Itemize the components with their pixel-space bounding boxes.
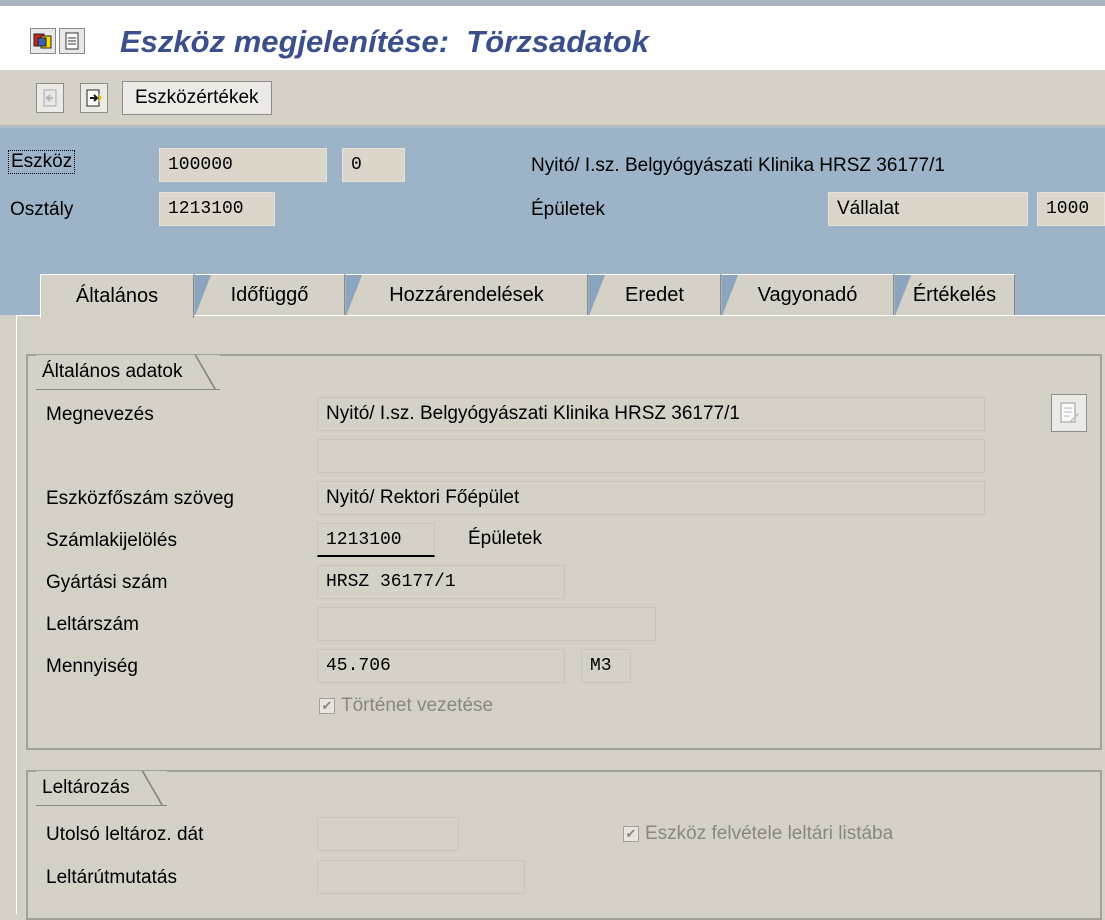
- last-inventory-date-label: Utolsó leltároz. dát: [46, 824, 204, 845]
- title-icons: [30, 28, 85, 54]
- next-button[interactable]: [80, 83, 108, 113]
- name-label: Megnevezés: [46, 404, 154, 425]
- account-determination-description: Épületek: [468, 528, 542, 549]
- next-icon: [86, 89, 102, 107]
- checkmark-icon: ✔: [319, 698, 335, 714]
- unit-field[interactable]: M3: [581, 649, 631, 683]
- tab-valuation-label: Értékelés: [912, 283, 997, 306]
- tab-strip: Általános Időfüggő Hozzárendelések Erede…: [40, 274, 1020, 318]
- long-text-button[interactable]: [1051, 394, 1087, 432]
- previous-icon: [43, 89, 57, 107]
- last-inventory-date-field[interactable]: [317, 817, 459, 851]
- company-field[interactable]: 1000: [1037, 192, 1105, 226]
- inventory-number-label: Leltárszám: [46, 614, 139, 635]
- edit-text-icon: [1060, 402, 1079, 423]
- tab-content: Általános adatok Megnevezés Nyitó/ I.sz.…: [16, 315, 1105, 920]
- asset-subnumber-field[interactable]: 0: [342, 148, 405, 182]
- application-toolbar: Eszközértékek: [0, 70, 1105, 128]
- include-inventory-label: Eszköz felvétele leltári listába: [645, 823, 894, 844]
- class-label: Osztály: [10, 199, 74, 220]
- page-title: Eszköz megjelenítése: Törzsadatok: [120, 24, 649, 59]
- tab-property-tax[interactable]: Vagyonadó: [722, 274, 894, 316]
- asset-values-button[interactable]: Eszközértékek: [122, 81, 272, 115]
- tab-time-dependent-label: Időfüggő: [230, 283, 309, 306]
- include-inventory-checkbox[interactable]: ✔ Eszköz felvétele leltári listába: [623, 823, 893, 845]
- asset-description: Nyitó/ I.sz. Belgyógyászati Klinika HRSZ…: [531, 155, 945, 176]
- inventory-number-field[interactable]: [317, 607, 656, 641]
- tab-time-dependent[interactable]: Időfüggő: [195, 274, 345, 316]
- history-checkbox[interactable]: ✔ Történet vezetése: [319, 695, 493, 717]
- asset-label: Eszköz: [8, 150, 76, 174]
- company-label: Vállalat: [828, 192, 1028, 226]
- account-determination-label: Számlakijelölés: [46, 530, 177, 551]
- tab-assignments-label: Hozzárendelések: [389, 283, 544, 306]
- inventory-title: Leltározás: [36, 771, 167, 806]
- inventory-group: Leltározás Utolsó leltároz. dát ✔ Eszköz…: [26, 770, 1102, 920]
- checkmark-icon: ✔: [623, 826, 639, 842]
- main-number-text-field[interactable]: Nyitó/ Rektori Főépület: [317, 481, 985, 515]
- serial-number-field[interactable]: HRSZ 36177/1: [317, 565, 565, 599]
- quantity-field[interactable]: 45.706: [317, 649, 565, 683]
- general-data-group: Általános adatok Megnevezés Nyitó/ I.sz.…: [26, 354, 1102, 750]
- tab-assignments[interactable]: Hozzárendelések: [346, 274, 588, 316]
- tab-general[interactable]: Általános: [40, 274, 194, 318]
- tab-origin[interactable]: Eredet: [589, 274, 721, 316]
- main-number-text-label: Eszközfőszám szöveg: [46, 488, 234, 509]
- history-checkbox-label: Történet vezetése: [341, 695, 494, 716]
- name-field-2[interactable]: [317, 439, 985, 473]
- inventory-note-field[interactable]: [317, 860, 525, 894]
- serial-number-label: Gyártási szám: [46, 572, 168, 593]
- class-description: Épületek: [531, 199, 605, 220]
- quantity-label: Mennyiség: [46, 656, 138, 677]
- account-determination-field[interactable]: 1213100: [317, 523, 435, 557]
- name-field[interactable]: Nyitó/ I.sz. Belgyógyászati Klinika HRSZ…: [317, 397, 985, 431]
- title-bar: Eszköz megjelenítése: Törzsadatok: [0, 0, 1105, 70]
- display-change-icon[interactable]: [30, 28, 56, 54]
- tab-property-tax-label: Vagyonadó: [757, 283, 858, 306]
- previous-button[interactable]: [36, 83, 64, 113]
- tab-origin-label: Eredet: [625, 283, 684, 306]
- general-data-title: Általános adatok: [36, 355, 220, 390]
- asset-number-field[interactable]: 100000: [159, 148, 327, 182]
- inventory-note-label: Leltárútmutatás: [46, 867, 177, 888]
- class-field[interactable]: 1213100: [159, 192, 275, 226]
- document-icon[interactable]: [59, 28, 85, 54]
- tab-valuation[interactable]: Értékelés: [895, 274, 1015, 316]
